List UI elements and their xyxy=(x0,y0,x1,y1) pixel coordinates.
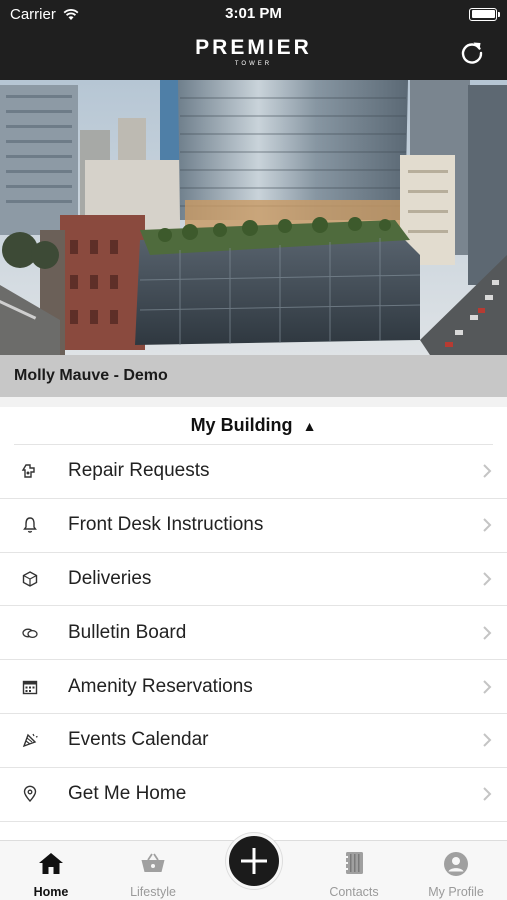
home-icon xyxy=(39,853,63,874)
menu-item-amenity-reservations[interactable]: Amenity Reservations xyxy=(0,660,507,714)
user-bar: Molly Mauve - Demo xyxy=(0,355,507,397)
brand-logo: PREMIER TOWER xyxy=(0,36,507,67)
user-name: Molly Mauve - Demo xyxy=(14,367,168,384)
menu-item-label: Deliveries xyxy=(68,567,152,589)
tab-home[interactable]: Home xyxy=(1,841,101,900)
building-menu-panel: My Building ▲ Repair Requests Front Desk… xyxy=(0,407,507,840)
menu-item-label: Front Desk Instructions xyxy=(68,514,264,536)
building-menu-list: Repair Requests Front Desk Instructions … xyxy=(0,445,507,822)
chevron-right-icon xyxy=(483,626,492,640)
bell-icon xyxy=(23,517,37,533)
add-button[interactable] xyxy=(226,833,282,889)
tab-contacts[interactable]: Contacts xyxy=(304,841,404,900)
party-icon xyxy=(22,734,38,748)
contacts-book-icon xyxy=(344,852,363,874)
menu-item-repair-requests[interactable]: Repair Requests xyxy=(0,445,507,499)
chevron-right-icon xyxy=(483,733,492,748)
menu-item-label: Bulletin Board xyxy=(68,621,187,643)
battery-icon xyxy=(469,7,500,21)
tab-label: My Profile xyxy=(428,885,484,899)
basket-icon xyxy=(141,853,165,872)
menu-item-label: Repair Requests xyxy=(68,460,210,482)
section-header-my-building[interactable]: My Building ▲ xyxy=(14,407,493,445)
refresh-icon[interactable] xyxy=(459,40,485,66)
chevron-right-icon xyxy=(483,572,492,586)
profile-avatar-icon xyxy=(444,852,468,876)
status-bar: Carrier 3:01 PM xyxy=(0,0,507,28)
tab-my-profile[interactable]: My Profile xyxy=(406,841,506,900)
chevron-right-icon xyxy=(483,787,492,801)
tab-lifestyle[interactable]: Lifestyle xyxy=(103,841,203,900)
menu-item-deliveries[interactable]: Deliveries xyxy=(0,553,507,607)
calendar-icon xyxy=(22,680,38,694)
menu-item-label: Events Calendar xyxy=(68,729,209,751)
section-title: My Building xyxy=(190,415,293,435)
package-icon xyxy=(22,571,38,587)
chevron-right-icon xyxy=(483,679,492,694)
repair-icon xyxy=(21,464,35,479)
app-header: Carrier 3:01 PM PREMIER TOWER xyxy=(0,0,507,80)
menu-item-get-me-home[interactable]: Get Me Home xyxy=(0,768,507,822)
tab-label: Contacts xyxy=(329,885,379,899)
chevron-right-icon xyxy=(483,518,492,532)
building-hero-image xyxy=(0,80,507,355)
menu-item-bulletin-board[interactable]: Bulletin Board xyxy=(0,606,507,661)
location-pin-icon xyxy=(23,785,37,803)
carrier-label: Carrier xyxy=(10,5,56,23)
menu-item-label: Amenity Reservations xyxy=(68,675,253,697)
brand-subtitle: TOWER xyxy=(234,61,273,67)
chevron-right-icon xyxy=(483,464,492,479)
tab-label: Lifestyle xyxy=(130,885,176,899)
tab-label: Home xyxy=(33,885,69,899)
menu-item-label: Get Me Home xyxy=(68,783,187,805)
wifi-icon xyxy=(63,8,79,20)
collapse-triangle-icon: ▲ xyxy=(302,417,317,434)
chat-icon xyxy=(22,628,38,638)
menu-item-events-calendar[interactable]: Events Calendar xyxy=(0,714,507,768)
menu-item-front-desk-instructions[interactable]: Front Desk Instructions xyxy=(0,499,507,553)
brand-name: PREMIER xyxy=(195,36,312,59)
